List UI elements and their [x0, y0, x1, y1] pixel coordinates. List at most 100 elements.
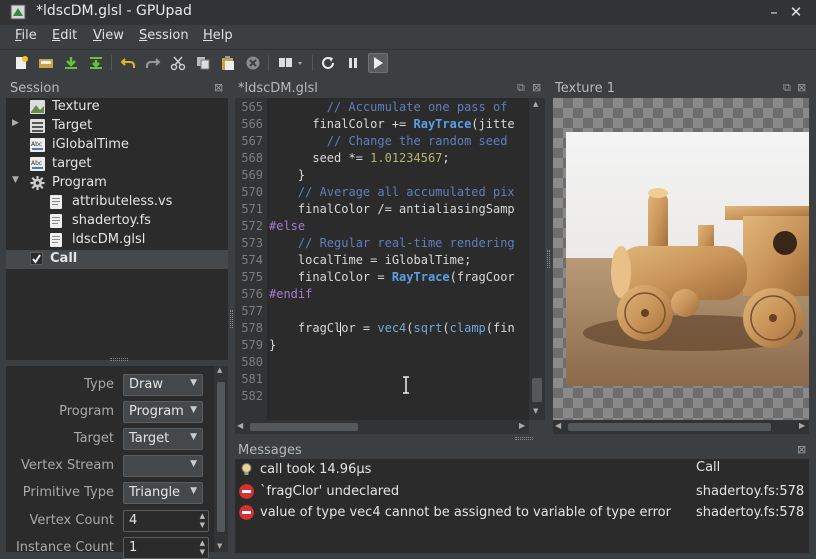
properties-scrollbar[interactable]: ▲ ▼ [214, 366, 228, 552]
message-row[interactable]: value of type vec4 cannot be assigned to… [235, 503, 809, 524]
save-icon[interactable] [61, 53, 81, 73]
code-line[interactable]: // Change the random seed [269, 134, 508, 148]
expand-arrow-icon[interactable]: ▶ [12, 118, 19, 128]
line-number: 571 [241, 202, 263, 216]
code-editor[interactable]: 565 566 567 568 569 570 571 572 573 574 575 576 577 5… [235, 98, 529, 420]
tree-item-target[interactable]: ▶ Target [6, 117, 228, 136]
menu-edit[interactable]: Edit [52, 28, 77, 43]
splitter-handle[interactable] [515, 437, 533, 440]
close-icon[interactable]: ⊠ [532, 81, 541, 94]
tree-item-iglobaltime[interactable]: Abc iGlobalTime [6, 136, 228, 155]
message-row[interactable]: call took 14.96µs Call [235, 460, 809, 481]
close-icon[interactable]: ⊠ [797, 443, 806, 456]
vertex-count-stepper[interactable]: 4 ▲ ▼ [123, 510, 209, 532]
session-tree: Texture ▶ Target Abc iGlobalTime Abc tar… [6, 98, 228, 360]
messages-panel-title: Messages [238, 443, 302, 458]
program-label: Program [59, 404, 114, 419]
code-token: RayTrace [413, 117, 472, 131]
check-icon[interactable] [30, 252, 43, 265]
code-line[interactable]: localTime = iGlobalTime; [269, 253, 471, 267]
tree-item-attributeless-vs[interactable]: attributeless.vs [6, 193, 228, 212]
code-token: 1.01234567 [370, 151, 443, 165]
code-line[interactable]: finalColor += RayTrace(jitte [269, 117, 514, 131]
menu-file[interactable]: File [15, 28, 37, 43]
message-row[interactable]: `fragClor' undeclared shadertoy.fs:578 [235, 482, 809, 503]
svg-text:Abc: Abc [31, 141, 42, 148]
cut-icon[interactable] [168, 53, 188, 73]
code-token: (fin [485, 321, 515, 335]
tree-item-shadertoy-fs[interactable]: shadertoy.fs [6, 212, 228, 231]
float-icon[interactable]: ⧉ [517, 81, 525, 95]
editor-horizontal-scrollbar[interactable]: ◀ ▶ [235, 420, 529, 434]
run-icon[interactable] [368, 53, 388, 73]
target-select[interactable]: Target ▼ [123, 428, 203, 450]
code-token: } [269, 338, 277, 352]
instance-count-stepper[interactable]: 1 ▲ ▼ [123, 537, 209, 559]
code-line[interactable]: seed *= 1.01234567; [269, 151, 449, 165]
splitter-handle[interactable] [230, 310, 233, 328]
texture-preview[interactable] [553, 98, 809, 420]
undo-icon[interactable] [118, 53, 138, 73]
splitter-handle[interactable] [110, 358, 128, 361]
line-number: 576 [241, 287, 263, 301]
collapse-arrow-icon[interactable]: ▼ [12, 175, 19, 185]
program-select[interactable]: Program ▼ [123, 401, 203, 423]
new-file-icon[interactable] [11, 53, 31, 73]
type-select[interactable]: Draw ▼ [123, 374, 203, 396]
vertex-stream-select[interactable]: ▼ [123, 455, 203, 477]
splitter-handle[interactable] [547, 250, 550, 268]
menu-bar: File Edit View Session Help [0, 25, 816, 47]
paste-icon[interactable] [218, 53, 238, 73]
menu-view[interactable]: View [93, 28, 124, 43]
info-bulb-icon [241, 463, 252, 475]
code-token: (fragCoor [449, 270, 515, 284]
open-icon[interactable] [36, 53, 56, 73]
code-line[interactable]: finalColor = RayTrace(fragCoor [269, 270, 515, 284]
close-icon[interactable]: ⊠ [214, 81, 223, 94]
code-line[interactable]: // Average all accumulated pix [269, 185, 515, 199]
save-all-icon[interactable] [86, 53, 106, 73]
line-number: 567 [241, 134, 263, 148]
texture-horizontal-scrollbar[interactable]: ◀ ▶ [553, 420, 809, 434]
line-number: 579 [241, 338, 263, 352]
primitive-type-select[interactable]: Triangle ▼ [123, 482, 203, 504]
code-line[interactable]: #else [269, 219, 305, 233]
code-line[interactable]: // Regular real-time rendering [269, 236, 515, 250]
code-token: ( [442, 321, 450, 335]
redo-icon[interactable] [143, 53, 163, 73]
tree-item-texture[interactable]: Texture [6, 98, 228, 117]
type-label: Type [84, 377, 114, 392]
code-line[interactable]: finalColor /= antialiasingSamp [269, 202, 515, 216]
menu-session[interactable]: Session [139, 28, 189, 43]
pause-icon[interactable] [343, 53, 363, 73]
float-icon[interactable]: ⧉ [783, 81, 791, 95]
delete-icon[interactable] [243, 53, 263, 73]
copy-icon[interactable] [193, 53, 213, 73]
editor-vertical-scrollbar[interactable]: ▲ ▼ [529, 98, 545, 420]
tree-item-ldscdm-glsl[interactable]: ldscDM.glsl [6, 231, 228, 250]
chevron-down-icon: ▼ [190, 459, 197, 469]
minimize-button[interactable]: – [765, 2, 783, 22]
close-icon[interactable]: ⊠ [797, 81, 806, 94]
code-token: sqrt [413, 321, 443, 335]
code-token: finalColor += [269, 117, 414, 131]
code-token: #endif [269, 287, 313, 301]
uniform-icon: Abc [30, 138, 45, 152]
editor-tab-title[interactable]: *ldscDM.glsl [238, 81, 318, 96]
code-line[interactable]: } [269, 168, 305, 182]
texture-tab-title[interactable]: Texture 1 [555, 81, 615, 96]
menu-help[interactable]: Help [203, 28, 233, 43]
find-icon[interactable] [276, 53, 308, 73]
close-window-button[interactable]: ✕ [787, 2, 805, 22]
code-line[interactable]: #endif [269, 287, 312, 301]
tree-item-call[interactable]: Call [6, 250, 228, 269]
code-line[interactable]: } [269, 338, 276, 352]
tree-item-program[interactable]: ▼ Program [6, 174, 228, 193]
tree-item-target-uniform[interactable]: Abc target [6, 155, 228, 174]
code-line[interactable]: fragClor = vec4(sqrt(clamp(fin [269, 321, 515, 335]
code-line[interactable]: // Accumulate one pass of [269, 100, 508, 114]
target-icon [30, 119, 45, 133]
reload-icon[interactable] [318, 53, 338, 73]
toolbar [0, 49, 816, 77]
title-bar: *ldscDM.glsl - GPUpad – ✕ [0, 0, 816, 25]
